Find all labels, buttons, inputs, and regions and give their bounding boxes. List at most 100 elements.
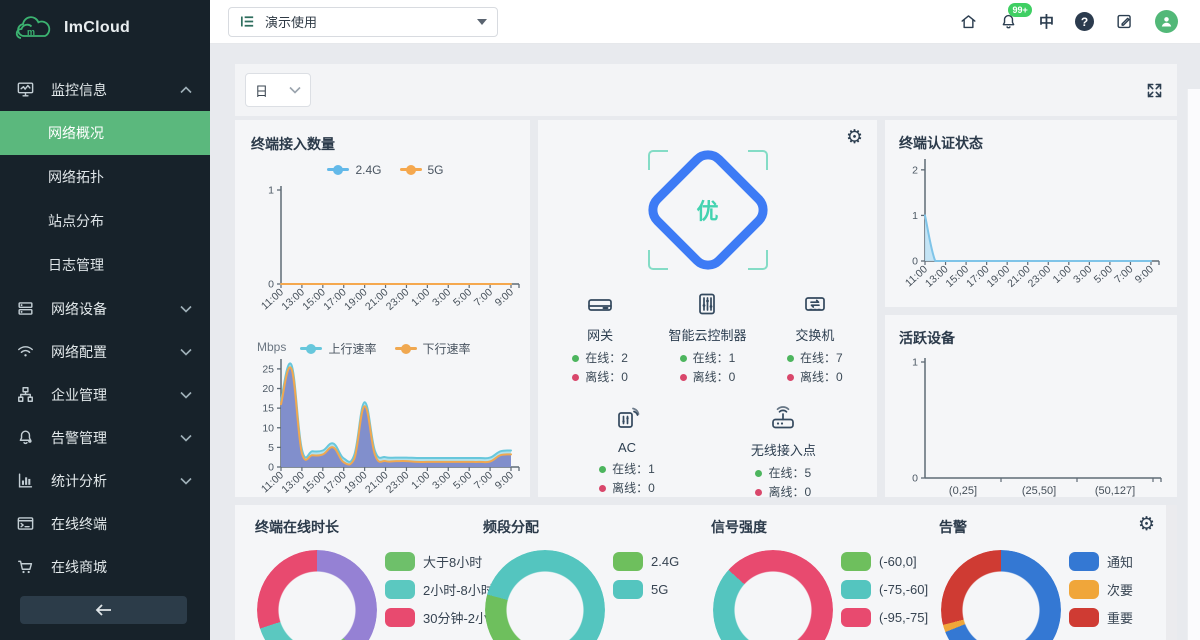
- svg-text:11:00: 11:00: [259, 469, 286, 495]
- svg-text:1:00: 1:00: [409, 469, 432, 492]
- legend-item[interactable]: 上行速率: [300, 340, 376, 357]
- active-devices-card: 活跃设备 01(0,25](25,50](50,127]: [885, 315, 1177, 497]
- sidebar-menu: 监控信息网络概况网络拓扑站点分布日志管理网络设备网络配置企业管理告警管理统计分析…: [0, 68, 210, 588]
- settings-gear-icon[interactable]: ⚙: [1138, 515, 1155, 534]
- device-online-count: 在线：2: [572, 349, 628, 368]
- legend-item[interactable]: 重要: [1069, 608, 1133, 627]
- period-select[interactable]: 日: [245, 73, 311, 107]
- sidebar-item-label: 在线商城: [51, 557, 192, 577]
- device-offline-count: 离线：0: [755, 483, 811, 502]
- topbar-icons: 99+ 中 ?: [959, 10, 1178, 33]
- svg-text:0: 0: [268, 462, 274, 474]
- org-list-icon: [239, 13, 256, 30]
- device-offline-count: 离线：0: [787, 368, 843, 387]
- legend-swatch: [385, 580, 415, 599]
- sidebar-item-2[interactable]: 网络配置: [0, 330, 210, 373]
- user-avatar[interactable]: [1155, 10, 1178, 33]
- svg-text:3:00: 3:00: [430, 469, 453, 492]
- donut-legend: 2.4G 5G: [613, 552, 679, 608]
- notifications-bell-icon[interactable]: 99+: [999, 12, 1018, 31]
- sidebar-item-7[interactable]: 在线商城: [0, 545, 210, 588]
- svg-text:21:00: 21:00: [363, 286, 391, 313]
- svg-text:0: 0: [268, 279, 274, 291]
- scrollbar-track[interactable]: [1166, 505, 1177, 640]
- svg-text:(25,50]: (25,50]: [1022, 485, 1056, 497]
- svg-text:9:00: 9:00: [1133, 263, 1156, 286]
- svg-text:11:00: 11:00: [259, 286, 286, 312]
- svg-text:15: 15: [262, 403, 274, 415]
- legend-item[interactable]: 5G: [400, 163, 444, 177]
- svg-text:1:00: 1:00: [1051, 263, 1074, 286]
- legend-swatch: [841, 580, 871, 599]
- feedback-edit-icon[interactable]: [1115, 12, 1134, 31]
- svg-text:9:00: 9:00: [493, 469, 516, 492]
- legend-item[interactable]: (-95,-75]: [841, 608, 928, 627]
- svg-text:(0,25]: (0,25]: [949, 485, 977, 497]
- sidebar-item-5[interactable]: 统计分析: [0, 459, 210, 502]
- legend-item[interactable]: 次要: [1069, 580, 1133, 599]
- legend-swatch: [385, 608, 415, 627]
- donut-chart: [485, 550, 605, 640]
- sidebar-subitem[interactable]: 网络拓扑: [0, 155, 210, 199]
- legend-item[interactable]: 通知: [1069, 552, 1133, 571]
- sidebar-item-4[interactable]: 告警管理: [0, 416, 210, 459]
- device-status: 智能云控制器在线：1离线：0: [668, 288, 746, 387]
- legend-item[interactable]: (-60,0]: [841, 552, 928, 571]
- chevron-down-icon: [180, 477, 192, 485]
- legend-swatch: [841, 608, 871, 627]
- language-toggle[interactable]: 中: [1039, 11, 1054, 32]
- sidebar-subitem[interactable]: 日志管理: [0, 243, 210, 287]
- sidebar-subitem[interactable]: 站点分布: [0, 199, 210, 243]
- org-selector[interactable]: 演示使用: [228, 7, 498, 37]
- terminal-icon: [16, 514, 35, 533]
- svg-text:20: 20: [262, 383, 274, 395]
- device-name: AC: [618, 440, 636, 455]
- server-icon: [16, 299, 35, 318]
- legend-item[interactable]: 5G: [613, 580, 679, 599]
- svg-text:15:00: 15:00: [944, 263, 972, 290]
- device-status: 无线接入点在线：5离线：0: [751, 403, 816, 502]
- app-logo: m ImCloud: [0, 0, 210, 56]
- legend-item[interactable]: 2.4G: [613, 552, 679, 571]
- alarm-bell-icon: [16, 428, 35, 447]
- sidebar-item-label: 网络配置: [51, 342, 164, 362]
- help-icon[interactable]: ?: [1075, 12, 1094, 31]
- device-status: 网关在线：2离线：0: [572, 288, 628, 387]
- donut-title: 告警: [939, 517, 1163, 537]
- legend-item[interactable]: 下行速率: [395, 340, 471, 357]
- page-scrollbar[interactable]: [1187, 89, 1200, 640]
- terminal-access-title: 终端接入数量: [251, 134, 520, 154]
- legend-item[interactable]: (-75,-60]: [841, 580, 928, 599]
- sidebar-item-1[interactable]: 网络设备: [0, 287, 210, 330]
- svg-text:5:00: 5:00: [451, 469, 474, 492]
- donut-chart: [257, 550, 377, 640]
- svg-text:23:00: 23:00: [384, 286, 412, 313]
- legend-item[interactable]: 2.4G: [327, 163, 381, 177]
- legend-label: (-75,-60]: [879, 582, 928, 597]
- sidebar: m ImCloud 监控信息网络概况网络拓扑站点分布日志管理网络设备网络配置企业…: [0, 0, 210, 640]
- settings-gear-icon[interactable]: ⚙: [846, 128, 863, 147]
- svg-text:5:00: 5:00: [1092, 263, 1115, 286]
- home-icon[interactable]: [959, 12, 978, 31]
- active-devices-title: 活跃设备: [899, 328, 1167, 348]
- sidebar-subitem[interactable]: 网络概况: [0, 111, 210, 155]
- legend-swatch: [1069, 608, 1099, 627]
- wifi-icon: [16, 342, 35, 361]
- svg-text:0: 0: [912, 473, 918, 485]
- sidebar-item-0[interactable]: 监控信息: [0, 68, 210, 111]
- legend-label: 5G: [651, 582, 668, 597]
- svg-text:m: m: [27, 27, 35, 37]
- sidebar-collapse-button[interactable]: [20, 596, 187, 624]
- sidebar-item-6[interactable]: 在线终端: [0, 502, 210, 545]
- device-offline-count: 离线：0: [599, 479, 655, 498]
- device-offline-count: 离线：0: [572, 368, 628, 387]
- svg-text:2: 2: [912, 164, 918, 176]
- fullscreen-icon[interactable]: [1146, 82, 1163, 99]
- chevron-down-icon: [289, 86, 301, 94]
- device-status-row-2: AC在线：1离线：0无线接入点在线：5离线：0: [538, 403, 877, 502]
- sidebar-item-3[interactable]: 企业管理: [0, 373, 210, 416]
- org-icon: [16, 385, 35, 404]
- chevron-up-icon: [180, 86, 192, 94]
- chevron-down-icon: [180, 434, 192, 442]
- donut-section-band-allocation: 频段分配2.4G5G: [479, 517, 707, 640]
